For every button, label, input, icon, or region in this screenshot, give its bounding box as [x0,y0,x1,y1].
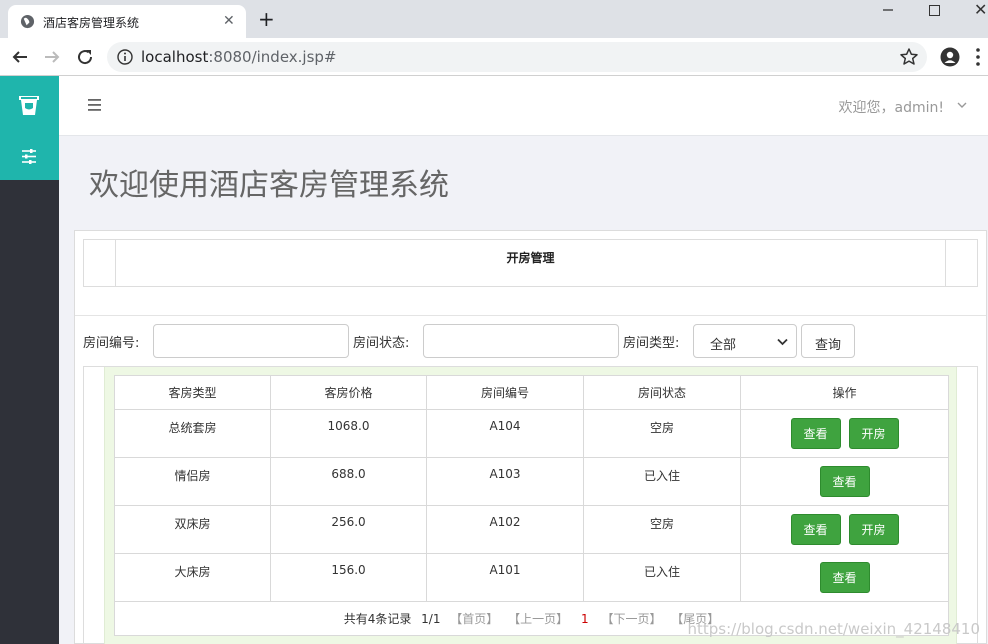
table-header-row: 客房类型 客房价格 房间编号 房间状态 操作 [114,375,949,410]
info-icon[interactable] [117,49,133,65]
room-type-cell: 总统套房 [114,409,271,458]
table-row: 总统套房 1068.0 A104 空房 查看 开房 [114,409,949,458]
room-number-cell: A101 [426,553,584,602]
url-host: localhost [141,48,209,66]
reload-icon[interactable] [76,48,94,66]
room-price-cell: 156.0 [270,553,427,602]
bookmark-star-icon[interactable] [899,47,919,67]
url-path: :8080/index.jsp# [208,48,337,66]
room-list-container: 客房类型 客房价格 房间编号 房间状态 操作 总统套房 1068.0 A104 … [83,366,978,644]
more-menu-icon[interactable] [975,47,981,67]
back-arrow-icon[interactable] [11,48,29,66]
view-button[interactable]: 查看 [790,418,841,449]
query-button[interactable]: 查询 [801,324,855,358]
watermark: https://blog.csdn.net/weixin_42148410 [687,620,980,638]
room-type-select[interactable]: 全部 [693,324,797,358]
app: 欢迎您，admin! 欢迎使用酒店客房管理系统 开房管理 房间编号: 房间状态:… [0,76,988,644]
address-bar[interactable]: localhost:8080/index.jsp# [107,42,927,72]
url-text: localhost:8080/index.jsp# [141,48,337,66]
record-count: 共有4条记录 [343,612,412,626]
column-header: 客房价格 [270,375,427,410]
column-header: 房间编号 [426,375,584,410]
new-tab-icon[interactable]: + [258,9,275,29]
bucket-logo-icon [19,96,39,115]
column-header: 操作 [740,375,949,410]
room-price-cell: 1068.0 [270,409,427,458]
browser-toolbar: localhost:8080/index.jsp# [0,38,988,76]
actions-cell: 查看 [740,553,949,602]
topbar: 欢迎您，admin! [59,76,988,136]
next-page-link[interactable]: 【下一页】 [601,612,661,626]
title-cell-left [84,240,116,286]
table-row: 双床房 256.0 A102 空房 查看 开房 [114,505,949,554]
close-icon[interactable]: ✕ [223,14,235,28]
column-header: 客房类型 [114,375,271,410]
page-title: 欢迎使用酒店客房管理系统 [89,168,449,203]
hamburger-menu-icon[interactable] [88,99,101,111]
room-type-cell: 大床房 [114,553,271,602]
user-menu[interactable]: 欢迎您，admin! [839,97,944,117]
room-number-cell: A103 [426,457,584,506]
actions-cell: 查看 开房 [740,409,949,458]
view-button[interactable]: 查看 [819,466,870,497]
window-close-icon[interactable]: ✕ [974,2,987,18]
sidebar-item-settings[interactable] [0,134,59,180]
minimize-icon[interactable] [882,4,894,16]
tab-title: 酒店客房管理系统 [43,16,140,30]
view-button[interactable]: 查看 [790,514,841,545]
table-row: 大床房 156.0 A101 已入住 查看 [114,553,949,602]
room-status-cell: 空房 [583,409,741,458]
room-status-cell: 已入住 [583,457,741,506]
room-type-cell: 双床房 [114,505,271,554]
room-no-label: 房间编号: [83,336,140,351]
checkin-button[interactable]: 开房 [848,514,899,545]
panel-title: 开房管理 [506,251,555,265]
forward-arrow-icon[interactable] [43,48,61,66]
chevron-down-icon [777,338,788,346]
room-number-cell: A104 [426,409,584,458]
room-status-label: 房间状态: [353,336,410,351]
room-status-cell: 空房 [583,505,741,554]
sidebar [0,76,59,644]
current-page: 1 [580,612,589,626]
chevron-down-icon[interactable] [957,101,967,109]
room-status-input[interactable] [423,324,619,358]
query-button-label: 查询 [814,338,841,353]
profile-icon[interactable] [940,47,960,67]
search-form: 房间编号: 房间状态: 房间类型: 全部 查询 [75,323,986,359]
room-table: 客房类型 客房价格 房间编号 房间状态 操作 总统套房 1068.0 A104 … [114,375,949,636]
room-no-input[interactable] [153,324,349,358]
sliders-icon [22,149,36,164]
room-price-cell: 256.0 [270,505,427,554]
column-header: 房间状态 [583,375,741,410]
view-button[interactable]: 查看 [819,562,870,593]
room-type-label: 房间类型: [623,336,680,351]
sidebar-logo[interactable] [0,76,59,134]
actions-cell: 查看 [740,457,949,506]
title-cell-right [945,240,977,286]
room-type-selected: 全部 [710,338,737,353]
maximize-icon[interactable] [929,5,940,16]
room-price-cell: 688.0 [270,457,427,506]
divider [75,315,986,316]
first-page-link[interactable]: 【首页】 [450,612,498,626]
main-content: 欢迎使用酒店客房管理系统 开房管理 房间编号: 房间状态: 房间类型: 全部 查… [59,136,988,644]
room-list-inner: 客房类型 客房价格 房间编号 房间状态 操作 总统套房 1068.0 A104 … [104,367,957,644]
table-row: 情侣房 688.0 A103 已入住 查看 [114,457,949,506]
room-number-cell: A102 [426,505,584,554]
prev-page-link[interactable]: 【上一页】 [508,612,568,626]
page-indicator: 1/1 [421,612,441,626]
browser-tabstrip: 酒店客房管理系统 ✕ + ✕ [0,0,988,38]
actions-cell: 查看 开房 [740,505,949,554]
browser-tab[interactable]: 酒店客房管理系统 ✕ [8,5,246,38]
globe-icon [20,14,35,29]
room-status-cell: 已入住 [583,553,741,602]
room-checkin-panel: 开房管理 房间编号: 房间状态: 房间类型: 全部 查询 客房类型 客房价格 房… [74,230,987,644]
panel-title-table: 开房管理 [83,239,978,287]
room-type-cell: 情侣房 [114,457,271,506]
checkin-button[interactable]: 开房 [848,418,899,449]
